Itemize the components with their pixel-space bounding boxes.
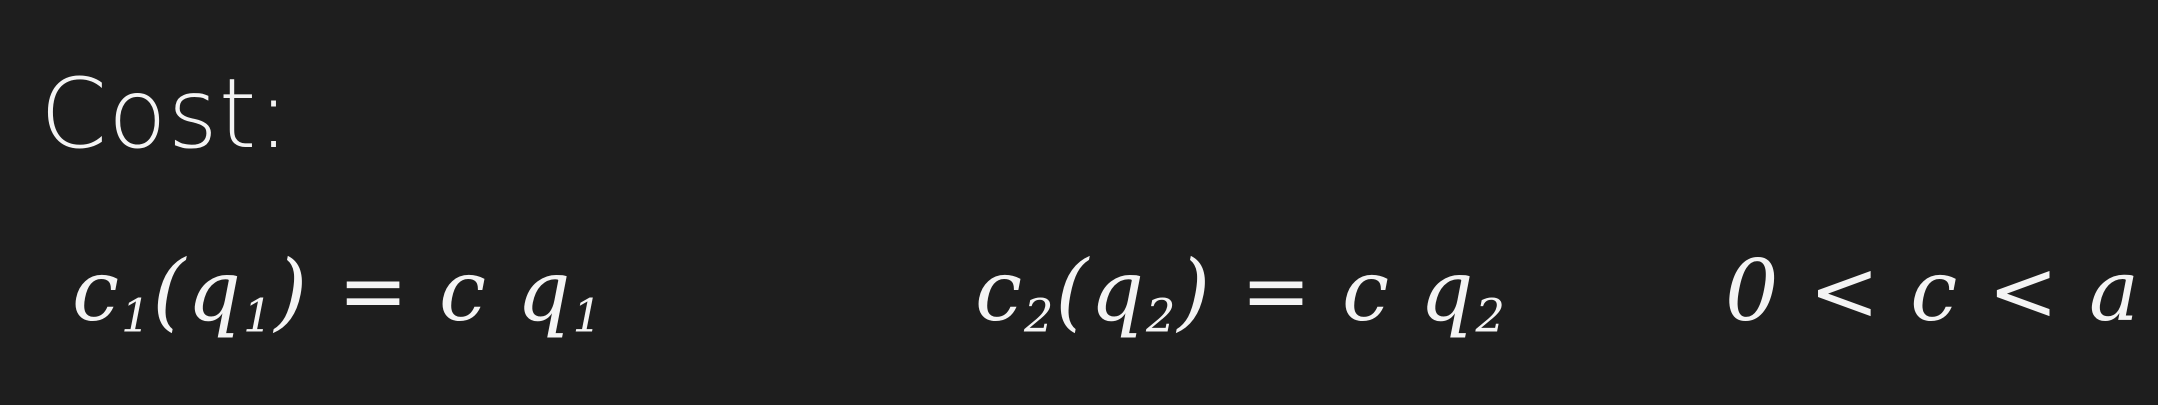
quantity-symbol: q [1090, 242, 1146, 340]
quantity-symbol: q [187, 242, 243, 340]
cost-condition: 0 < c < a [1725, 242, 2142, 340]
quantity-subscript: 2 [1146, 288, 1178, 343]
rhs-subscript: 2 [1475, 288, 1507, 343]
quantity-subscript: 1 [243, 288, 275, 343]
cost-symbol: c [72, 242, 122, 340]
cost-rhs: = c q [337, 242, 573, 340]
cost-function-firm-1: c1(q1) = c q1 [72, 242, 604, 343]
cost-subscript: 1 [121, 288, 153, 343]
cost-symbol: c [975, 242, 1025, 340]
rhs-subscript: 1 [572, 288, 604, 343]
cost-heading: Cost: [40, 58, 291, 170]
note-canvas: Cost: c1(q1) = c q1 c2(q2) = c q2 0 < c … [0, 0, 2158, 405]
cost-function-firm-2: c2(q2) = c q2 [975, 242, 1507, 343]
cost-rhs: = c q [1240, 242, 1476, 340]
cost-subscript: 2 [1024, 288, 1056, 343]
